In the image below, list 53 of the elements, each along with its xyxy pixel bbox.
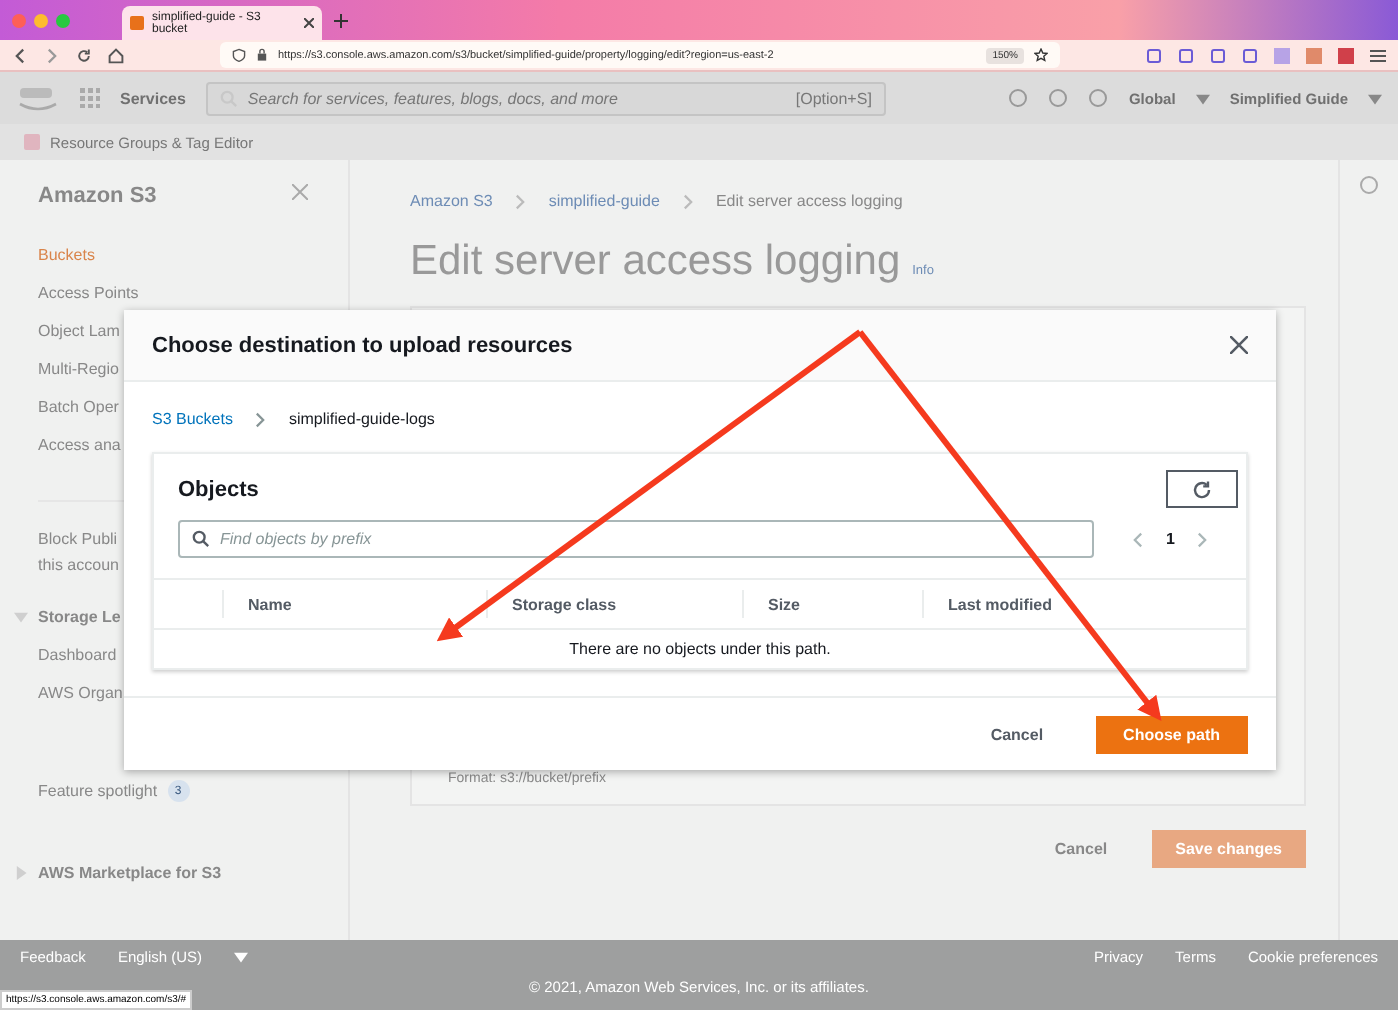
next-page-icon <box>1194 531 1211 547</box>
chevron-icon <box>252 411 269 427</box>
empty-message: There are no objects under this path. <box>567 638 833 662</box>
home-icon[interactable] <box>108 47 124 63</box>
search-field[interactable]: Find objects by prefix <box>178 520 1094 558</box>
page-number[interactable]: 1 <box>1166 530 1175 548</box>
page-title: Edit server access logging <box>410 238 901 286</box>
sidebar-link[interactable]: Access Points <box>38 274 348 312</box>
reload-icon[interactable] <box>76 47 92 63</box>
column-header[interactable]: Storage class <box>486 590 742 618</box>
close-icon[interactable] <box>304 18 314 28</box>
search-field[interactable]: Search for services, features, blogs, docs, and more [Option+S] <box>205 81 886 115</box>
sidebar-section[interactable]: Storage Le <box>38 598 121 636</box>
refresh-button[interactable] <box>1166 470 1238 508</box>
choose-path-button[interactable]: Choose path <box>1095 715 1248 753</box>
cancel-button[interactable]: Cancel <box>1042 838 1120 860</box>
services-menu[interactable]: Services <box>120 89 186 107</box>
sidebar-link[interactable]: Buckets <box>38 236 348 274</box>
sidebar-link[interactable]: Feature spotlight <box>38 772 158 810</box>
lock-icon <box>256 48 268 62</box>
app-icon <box>24 134 40 150</box>
chevron-icon <box>512 193 529 209</box>
chevron-icon <box>679 193 696 209</box>
column-header[interactable]: Name <box>222 590 486 618</box>
sidebar-title: Amazon S3 <box>38 184 157 208</box>
previous-page-icon <box>1130 531 1146 547</box>
caret-down-icon <box>1368 91 1382 105</box>
caret-down-icon <box>234 950 249 964</box>
refresh-icon <box>1192 479 1212 499</box>
back-icon <box>12 47 28 63</box>
breadcrumb-link[interactable]: simplified-guide <box>548 192 660 210</box>
column-header[interactable]: Size <box>742 590 922 618</box>
cube-icon <box>130 16 144 30</box>
caret-right-icon <box>14 866 28 880</box>
caret-down-icon <box>1195 91 1210 105</box>
column-header[interactable]: Last modified <box>922 590 1246 618</box>
close-icon[interactable] <box>1230 336 1248 354</box>
sidebar-section[interactable]: AWS Marketplace for S3 <box>38 854 222 892</box>
cancel-button[interactable]: Cancel <box>978 723 1056 745</box>
menu-icon[interactable] <box>1370 47 1386 63</box>
breadcrumb-current: simplified-guide-logs <box>288 410 435 428</box>
panel-title: Objects <box>178 477 259 501</box>
caret-down-icon <box>14 610 28 624</box>
breadcrumb-link[interactable]: S3 Buckets <box>152 410 233 428</box>
shield-icon <box>232 48 246 62</box>
plus-icon[interactable] <box>334 13 348 27</box>
breadcrumb-link[interactable]: Amazon S3 <box>410 192 493 210</box>
logo-icon <box>16 84 60 112</box>
forward-icon <box>44 47 60 63</box>
star-icon[interactable] <box>1034 48 1048 62</box>
search-icon <box>192 530 210 548</box>
dialog-title: Choose destination to upload resources <box>152 333 573 357</box>
save-button[interactable]: Save changes <box>1151 830 1306 868</box>
